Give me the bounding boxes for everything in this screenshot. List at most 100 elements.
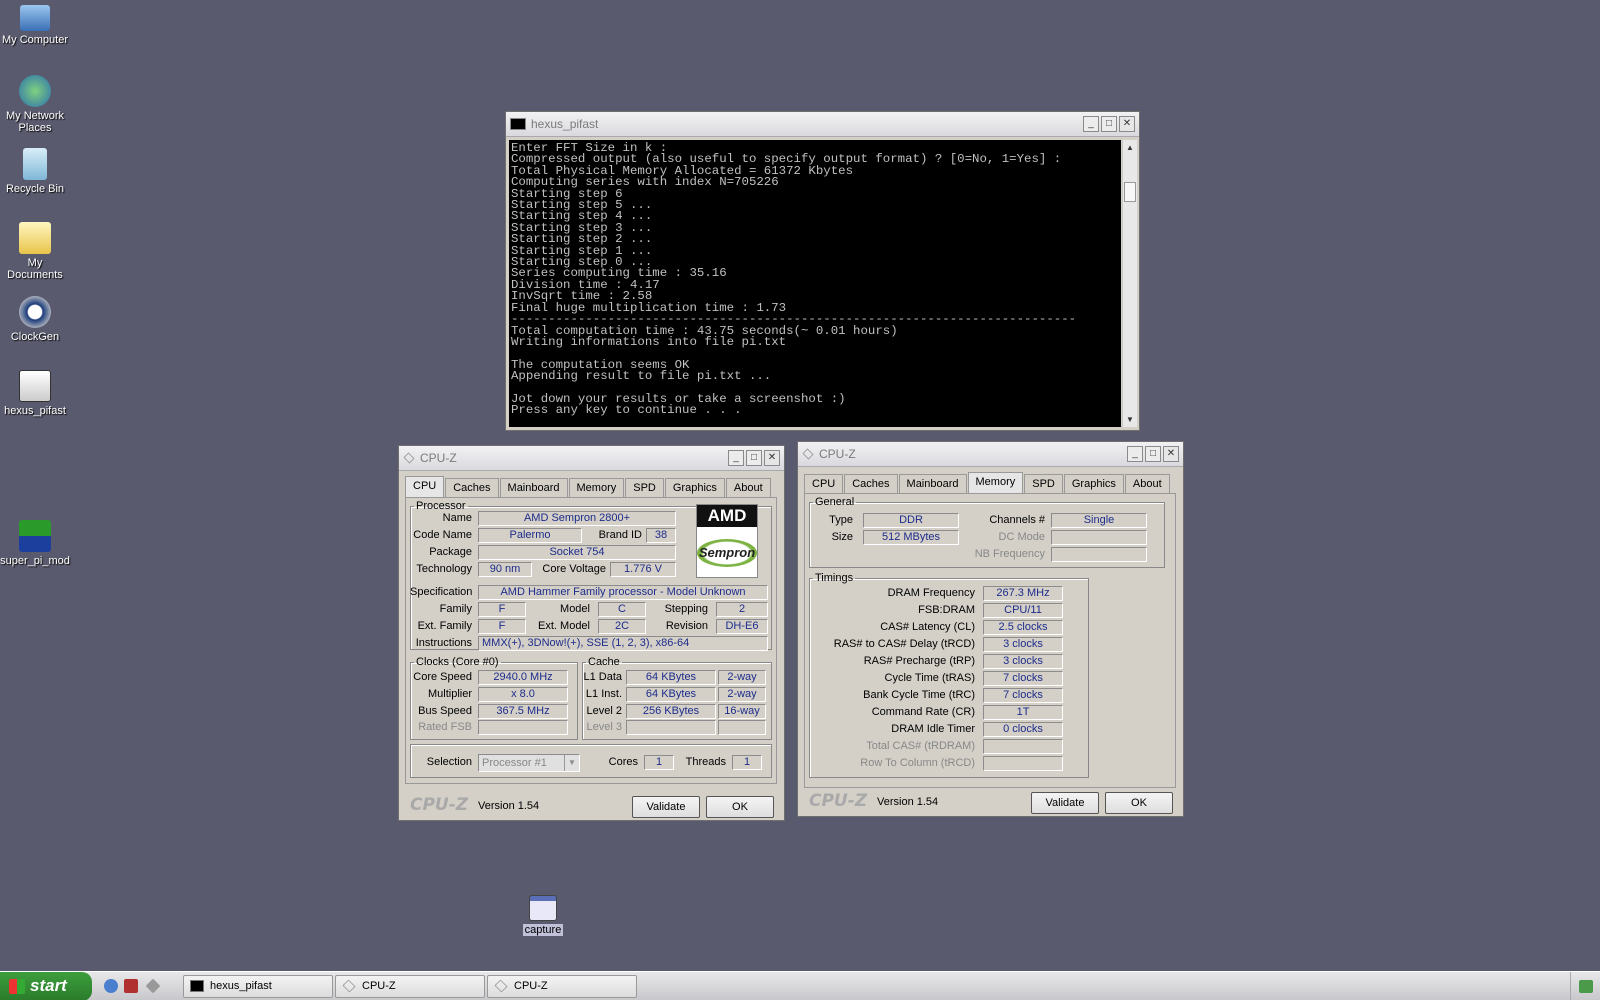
timing-value: 0 clocks [983, 722, 1063, 737]
scroll-up-icon[interactable]: ▲ [1123, 140, 1137, 155]
console-icon [510, 118, 526, 130]
desktop-icon-my-computer[interactable]: My Computer [0, 5, 70, 46]
validate-button[interactable]: Validate [1031, 792, 1099, 814]
console-line: Writing informations into file pi.txt [511, 334, 787, 349]
dcmode-value [1051, 530, 1147, 545]
group-legend: Timings [815, 572, 854, 584]
minimize-button[interactable]: _ [728, 450, 744, 466]
timing-label: DRAM Frequency [887, 587, 975, 599]
console-icon [190, 980, 204, 992]
tab-bar: CPU Caches Mainboard Memory SPD Graphics… [804, 472, 1171, 493]
cpuz-icon [403, 452, 415, 464]
timing-value: 7 clocks [983, 671, 1063, 686]
group-legend: Processor [416, 500, 466, 512]
brandid-value: 38 [646, 528, 676, 543]
extfamily-value: F [478, 619, 526, 634]
cpuz-icon [494, 979, 508, 993]
maximize-button[interactable]: □ [1145, 446, 1161, 462]
selection-label: Selection [426, 756, 472, 768]
taskbar-item-cpuz-2[interactable]: CPU-Z [487, 975, 637, 998]
cpuz-quicklaunch-icon[interactable] [145, 978, 161, 994]
window-shortcut-icon [529, 895, 557, 921]
browser-quicklaunch-icon[interactable] [104, 979, 118, 993]
desktop-icon-my-network-places[interactable]: My Network Places [0, 75, 70, 134]
desktop-icon-label: Recycle Bin [5, 183, 65, 195]
title-bar[interactable]: hexus_pifast _ □ ✕ [506, 112, 1139, 137]
size-label: Size [831, 531, 853, 543]
media-quicklaunch-icon[interactable] [124, 979, 138, 993]
tab-caches[interactable]: Caches [445, 478, 499, 497]
tray-network-icon[interactable] [1579, 980, 1593, 993]
ok-button[interactable]: OK [1105, 792, 1173, 814]
version-text: Version 1.54 [877, 796, 939, 808]
minimize-button[interactable]: _ [1083, 116, 1099, 132]
taskbar-item-cpuz-1[interactable]: CPU-Z [335, 975, 485, 998]
tab-memory[interactable]: Memory [568, 478, 625, 497]
tab-about[interactable]: About [725, 478, 771, 497]
tab-mainboard[interactable]: Mainboard [898, 474, 967, 493]
tab-spd[interactable]: SPD [1024, 474, 1063, 493]
desktop-icon-hexus-pifast[interactable]: hexus_pifast [0, 370, 70, 417]
timing-label: FSB:DRAM [918, 604, 975, 616]
technology-label: Technology [416, 563, 472, 575]
task-label: CPU-Z [362, 980, 396, 992]
multiplier-value: x 8.0 [478, 687, 568, 702]
recycle-bin-icon [23, 148, 47, 180]
vertical-scrollbar[interactable]: ▲ ▼ [1122, 140, 1137, 427]
title-bar[interactable]: CPU-Z _ □ ✕ [399, 446, 784, 471]
desktop-icon-recycle-bin[interactable]: Recycle Bin [0, 148, 70, 195]
group-legend: Clocks (Core #0) [416, 656, 499, 668]
codename-value: Palermo [478, 528, 582, 543]
start-label: start [30, 976, 67, 995]
title-bar[interactable]: CPU-Z _ □ ✕ [798, 442, 1183, 467]
task-label: hexus_pifast [210, 980, 272, 992]
desktop-icon-capture[interactable]: capture [508, 895, 578, 936]
maximize-button[interactable]: □ [746, 450, 762, 466]
ok-button[interactable]: OK [706, 796, 774, 818]
family-label: Family [439, 603, 472, 615]
tab-bar: CPU Caches Mainboard Memory SPD Graphics… [405, 476, 772, 497]
console-output[interactable]: Enter FFT Size in k : Compressed output (… [509, 140, 1121, 427]
brandid-label: Brand ID [598, 529, 642, 541]
desktop-icon-my-documents[interactable]: My Documents [0, 222, 70, 281]
cpuz-icon [802, 448, 814, 460]
threads-label: Threads [685, 756, 726, 768]
close-button[interactable]: ✕ [764, 450, 780, 466]
start-button[interactable]: start [0, 972, 92, 1000]
tab-cpu[interactable]: CPU [804, 474, 844, 493]
tab-graphics[interactable]: Graphics [1063, 474, 1124, 493]
desktop-icon-label: My Computer [1, 34, 69, 46]
processor-select[interactable]: Processor #1 ▼ [478, 754, 580, 772]
tab-graphics[interactable]: Graphics [664, 478, 725, 497]
minimize-button[interactable]: _ [1127, 446, 1143, 462]
corespeed-label: Core Speed [413, 671, 472, 683]
validate-button[interactable]: Validate [632, 796, 700, 818]
tab-cpu[interactable]: CPU [405, 476, 445, 497]
revision-label: Revision [665, 620, 708, 632]
threads-value: 1 [732, 755, 762, 770]
taskbar-item-hexus-pifast[interactable]: hexus_pifast [183, 975, 333, 998]
busspeed-value: 367.5 MHz [478, 704, 568, 719]
close-button[interactable]: ✕ [1163, 446, 1179, 462]
tab-spd[interactable]: SPD [625, 478, 664, 497]
tab-about[interactable]: About [1124, 474, 1170, 493]
desktop-icon-label: capture [522, 924, 564, 936]
close-button[interactable]: ✕ [1119, 116, 1135, 132]
desktop-icon-clockgen[interactable]: ClockGen [0, 296, 70, 343]
l1inst-value: 64 KBytes [626, 687, 716, 702]
spec-value: AMD Hammer Family processor - Model Unkn… [478, 585, 768, 600]
system-tray [1570, 972, 1600, 1000]
codename-label: Code Name [413, 529, 472, 541]
tab-caches[interactable]: Caches [844, 474, 898, 493]
stepping-value: 2 [716, 602, 768, 617]
instructions-label: Instructions [415, 637, 472, 649]
tab-mainboard[interactable]: Mainboard [499, 478, 568, 497]
scroll-thumb[interactable] [1124, 182, 1136, 202]
desktop-icon-super-pi-mod[interactable]: super_pi_mod [0, 520, 70, 567]
maximize-button[interactable]: □ [1101, 116, 1117, 132]
scroll-down-icon[interactable]: ▼ [1123, 412, 1137, 427]
instructions-value: MMX(+), 3DNow!(+), SSE (1, 2, 3), x86-64 [478, 636, 768, 651]
timing-value [983, 739, 1063, 754]
tab-memory[interactable]: Memory [967, 472, 1024, 493]
timing-value: CPU/11 [983, 603, 1063, 618]
